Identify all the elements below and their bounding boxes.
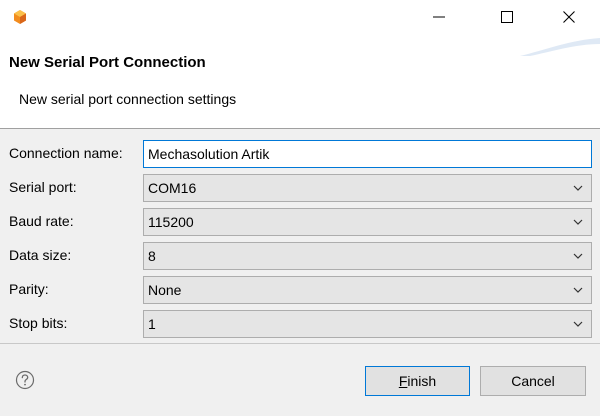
serial-port-row: Serial port: COM16 bbox=[0, 173, 600, 203]
chevron-down-icon bbox=[573, 287, 583, 293]
data-size-select[interactable]: 8 bbox=[143, 242, 592, 270]
maximize-button[interactable] bbox=[484, 0, 530, 34]
parity-value: None bbox=[148, 282, 182, 298]
help-icon[interactable] bbox=[15, 370, 35, 390]
minimize-button[interactable] bbox=[416, 0, 462, 34]
parity-label: Parity: bbox=[9, 281, 49, 297]
baud-rate-label: Baud rate: bbox=[9, 213, 74, 229]
page-title: New Serial Port Connection bbox=[9, 54, 206, 71]
stop-bits-row: Stop bits: 1 bbox=[0, 309, 600, 339]
connection-name-input[interactable] bbox=[143, 140, 592, 168]
stop-bits-label: Stop bits: bbox=[9, 315, 68, 331]
chevron-down-icon bbox=[573, 253, 583, 259]
serial-port-select[interactable]: COM16 bbox=[143, 174, 592, 202]
footer-divider bbox=[0, 343, 600, 344]
finish-label: inish bbox=[407, 373, 437, 389]
close-button[interactable] bbox=[546, 0, 592, 34]
serial-port-label: Serial port: bbox=[9, 179, 77, 195]
parity-select[interactable]: None bbox=[143, 276, 592, 304]
title-bar bbox=[0, 0, 600, 36]
cancel-label: Cancel bbox=[511, 373, 555, 389]
header-decoration bbox=[520, 36, 600, 56]
parity-row: Parity: None bbox=[0, 275, 600, 305]
finish-button[interactable]: Finish bbox=[365, 366, 470, 396]
chevron-down-icon bbox=[573, 185, 583, 191]
dialog-window: New Serial Port Connection New serial po… bbox=[0, 0, 600, 416]
connection-name-row: Connection name: bbox=[0, 139, 600, 169]
chevron-down-icon bbox=[573, 321, 583, 327]
connection-name-label: Connection name: bbox=[9, 145, 123, 161]
cancel-button[interactable]: Cancel bbox=[480, 366, 586, 396]
finish-mnemonic: F bbox=[398, 373, 408, 389]
data-size-label: Data size: bbox=[9, 247, 72, 263]
data-size-value: 8 bbox=[148, 248, 156, 264]
header-divider bbox=[0, 128, 600, 129]
serial-port-value: COM16 bbox=[148, 180, 197, 196]
close-icon bbox=[563, 11, 575, 23]
baud-rate-value: 115200 bbox=[148, 214, 194, 230]
stop-bits-value: 1 bbox=[148, 316, 156, 332]
chevron-down-icon bbox=[573, 219, 583, 225]
stop-bits-select[interactable]: 1 bbox=[143, 310, 592, 338]
data-size-row: Data size: 8 bbox=[0, 241, 600, 271]
baud-rate-row: Baud rate: 115200 bbox=[0, 207, 600, 237]
baud-rate-select[interactable]: 115200 bbox=[143, 208, 592, 236]
page-description: New serial port connection settings bbox=[19, 91, 237, 107]
minimize-icon bbox=[433, 16, 445, 18]
maximize-icon bbox=[501, 11, 513, 23]
app-icon bbox=[14, 10, 26, 24]
wizard-header: New Serial Port Connection New serial po… bbox=[0, 36, 600, 128]
